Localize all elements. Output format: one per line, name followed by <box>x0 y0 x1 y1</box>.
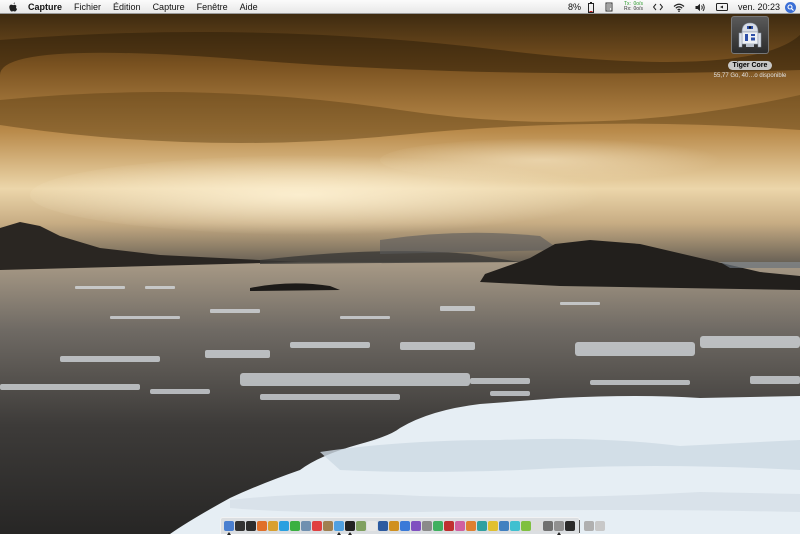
menu-help[interactable]: Aide <box>234 0 264 14</box>
menu-window[interactable]: Fenêtre <box>191 0 234 14</box>
purple-app-icon[interactable] <box>411 521 421 531</box>
disk-info: 55,77 Go, 40…o disponible <box>713 73 787 79</box>
textedit-icon[interactable] <box>367 521 377 531</box>
dock <box>220 517 605 535</box>
mail-icon[interactable] <box>301 521 311 531</box>
white-app-icon[interactable] <box>532 521 542 531</box>
menu-edit[interactable]: Édition <box>107 0 147 14</box>
bird-app-icon[interactable] <box>268 521 278 531</box>
spiral-app-icon[interactable] <box>246 521 256 531</box>
dashboard-icon[interactable] <box>235 521 245 531</box>
dock-separator <box>579 519 580 533</box>
gear-app-icon[interactable] <box>422 521 432 531</box>
disk-name[interactable]: Tiger Core <box>727 61 773 70</box>
clock[interactable]: ven. 20:23 <box>733 0 785 14</box>
magnifier-icon[interactable] <box>584 521 594 531</box>
network-monitor-icon[interactable]: Tx: Rx: 0o/s 0o/s <box>619 2 648 12</box>
photoshop-icon[interactable] <box>378 521 388 531</box>
trash-icon[interactable] <box>595 521 605 531</box>
wifi-icon[interactable] <box>668 3 690 12</box>
green-app-icon[interactable] <box>433 521 443 531</box>
finder-icon[interactable] <box>224 521 234 535</box>
script-icon[interactable] <box>599 2 619 12</box>
terminal-icon[interactable] <box>345 521 355 535</box>
yellow-app-icon[interactable] <box>488 521 498 531</box>
net-rx-label: Rx: <box>624 6 632 12</box>
red-app-icon[interactable] <box>444 521 454 531</box>
desktop <box>0 0 800 534</box>
menu-bar: Capture Fichier Édition Capture Fenêtre … <box>0 0 800 14</box>
address-book-icon[interactable] <box>323 521 333 531</box>
volume-icon[interactable] <box>690 3 711 12</box>
capture-icon[interactable] <box>554 521 564 535</box>
battery-icon[interactable] <box>583 1 599 13</box>
gray-app-icon[interactable] <box>543 521 553 531</box>
cyan-app-icon[interactable] <box>510 521 520 531</box>
desktop-disk[interactable]: Tiger Core 55,77 Go, 40…o disponible <box>708 16 792 81</box>
skype-icon[interactable] <box>279 521 289 531</box>
r2d2-drive-icon[interactable] <box>731 16 769 54</box>
itunes-icon[interactable] <box>290 521 300 531</box>
blue-app-icon[interactable] <box>400 521 410 531</box>
lime-app-icon[interactable] <box>521 521 531 531</box>
orange-app-icon[interactable] <box>466 521 476 531</box>
ical-icon[interactable] <box>312 521 322 531</box>
menu-file[interactable]: Fichier <box>68 0 107 14</box>
net-rate-bottom: 0o/s <box>633 6 643 12</box>
illustrator-icon[interactable] <box>389 521 399 531</box>
teal-app-icon[interactable] <box>477 521 487 531</box>
preview-icon[interactable] <box>356 521 366 531</box>
globe-app-icon[interactable] <box>499 521 509 531</box>
spotlight-icon[interactable] <box>785 1 796 13</box>
display-icon[interactable] <box>711 2 733 12</box>
wallpaper-arctic-sunset <box>0 0 800 534</box>
menu-capture[interactable]: Capture <box>147 0 191 14</box>
menu-extras: 8% Tx: Rx: 0o/s 0o/s ven. 20:23 <box>563 0 800 14</box>
menu-app-name[interactable]: Capture <box>22 0 68 14</box>
activity-monitor-icon[interactable] <box>565 521 575 531</box>
firefox-icon[interactable] <box>257 521 267 531</box>
pink-app-icon[interactable] <box>455 521 465 531</box>
sync-arrows-icon[interactable] <box>648 3 668 11</box>
ichat-icon[interactable] <box>334 521 344 535</box>
apple-icon[interactable] <box>0 2 22 12</box>
battery-percent: 8% <box>567 2 581 12</box>
